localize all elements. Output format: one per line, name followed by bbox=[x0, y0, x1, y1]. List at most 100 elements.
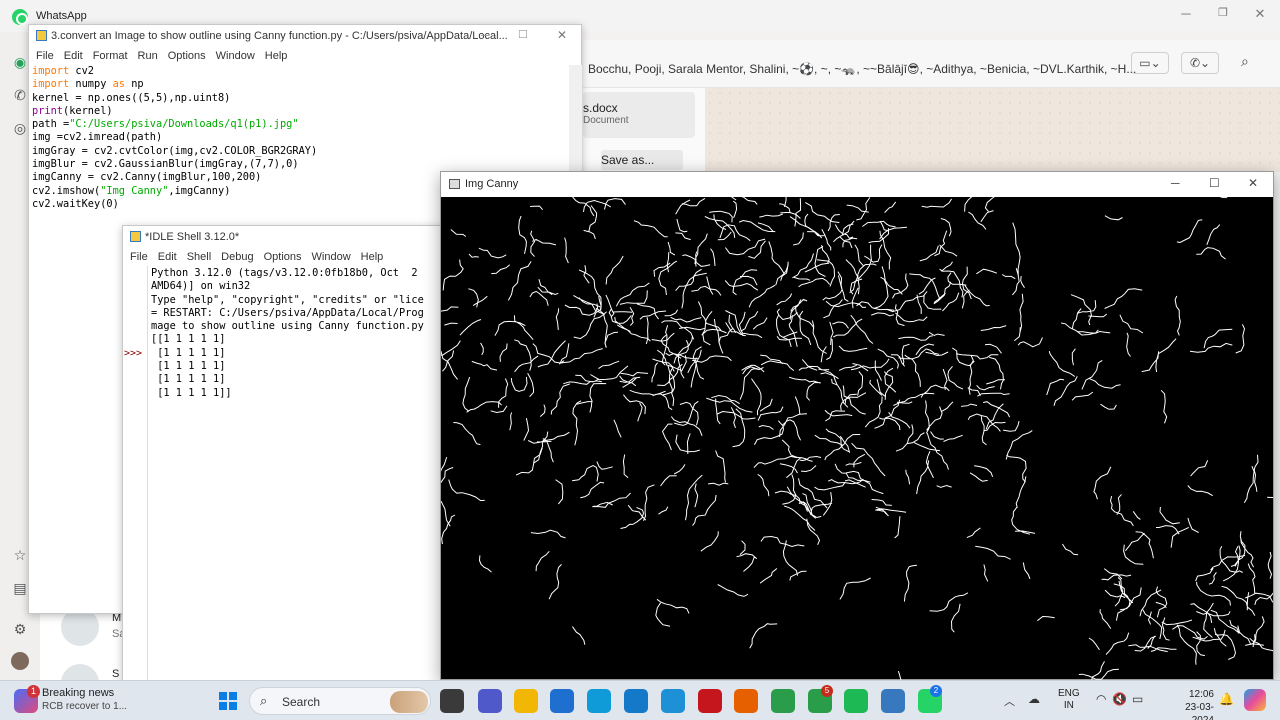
code-line: imgBlur = cv2.GaussianBlur(imgGray,(7,7)… bbox=[32, 158, 299, 171]
search-icon: ⌕ bbox=[260, 693, 268, 708]
shell-menu-shell[interactable]: Shell bbox=[184, 248, 218, 266]
editor-menu-options[interactable]: Options bbox=[165, 47, 213, 65]
save-as-button[interactable]: Save as... bbox=[601, 150, 683, 170]
spotify-icon[interactable] bbox=[844, 689, 868, 713]
idle-shell-icon bbox=[130, 231, 141, 242]
editor-menu-help[interactable]: Help bbox=[262, 47, 295, 65]
taskbar: 1 Breaking news RCB recover to 1... ⌕ Se… bbox=[0, 680, 1280, 720]
start-button[interactable] bbox=[219, 692, 237, 710]
battery-icon[interactable]: ▭ bbox=[1132, 692, 1143, 706]
editor-title: 3.convert an Image to show outline using… bbox=[51, 30, 508, 42]
shell-menu-edit[interactable]: Edit bbox=[155, 248, 184, 266]
file-explorer-dark-icon[interactable] bbox=[440, 689, 464, 713]
window-icon bbox=[449, 179, 460, 189]
status-icon[interactable]: ◎ bbox=[11, 119, 29, 137]
search-highlight-image bbox=[390, 691, 428, 713]
minimize-icon[interactable]: ─ bbox=[1171, 176, 1180, 190]
shell-menu-window[interactable]: Window bbox=[309, 248, 358, 266]
document-type: Document bbox=[583, 115, 629, 126]
idle-shell-window: *IDLE Shell 3.12.0* File Edit Shell Debug Op… bbox=[122, 225, 452, 685]
shell-line: Type "help", "copyright", "credits" or "… bbox=[151, 293, 424, 306]
notification-bell-icon[interactable]: 🔔 bbox=[1219, 692, 1234, 706]
speaker-muted-icon[interactable]: 🔇 bbox=[1112, 692, 1127, 706]
maximize-icon[interactable]: ☐ bbox=[518, 28, 528, 41]
word-icon[interactable] bbox=[661, 689, 685, 713]
time: 12:06 bbox=[1188, 689, 1214, 700]
settings-icon[interactable]: ⚙ bbox=[11, 620, 29, 638]
editor-menu-edit[interactable]: Edit bbox=[61, 47, 90, 65]
close-icon[interactable]: ✕ bbox=[557, 28, 567, 42]
editor-menubar: File Edit Format Run Options Window Help bbox=[29, 47, 581, 65]
shell-output-line: [1 1 1 1 1] bbox=[151, 346, 226, 359]
editor-menu-format[interactable]: Format bbox=[90, 47, 135, 65]
code-line: imgGray = cv2.cvtColor(img,cv2.COLOR_BGR… bbox=[32, 144, 318, 157]
shell-prompt: >>> bbox=[124, 348, 143, 359]
editor-menu-file[interactable]: File bbox=[33, 47, 61, 65]
group-members-list[interactable]: Bocchu, Pooji, Sarala Mentor, Shalini, ~… bbox=[588, 62, 1136, 76]
mcafee-icon[interactable] bbox=[698, 689, 722, 713]
minimize-icon[interactable]: ─ bbox=[1176, 6, 1196, 21]
news-title[interactable]: Breaking news bbox=[42, 687, 114, 699]
whatsapp-logo-icon bbox=[12, 9, 28, 25]
system-tray: ︿ ☁ ENG IN ◠ 🔇 ▭ 12:06 23-03-2024 🔔 bbox=[1000, 681, 1280, 720]
teams-icon[interactable] bbox=[478, 689, 502, 713]
editor-menu-window[interactable]: Window bbox=[213, 47, 262, 65]
search-chat-icon[interactable]: ⌕ bbox=[1241, 53, 1249, 70]
clock[interactable]: 12:06 23-03-2024 bbox=[1170, 688, 1214, 720]
canny-titlebar: Img Canny ─ ☐ ✕ bbox=[441, 172, 1273, 197]
lang-code: ENG bbox=[1058, 688, 1080, 699]
file-explorer-icon[interactable] bbox=[514, 689, 538, 713]
shell-line: AMD64)] on win32 bbox=[151, 280, 251, 293]
date: 23-03-2024 bbox=[1185, 702, 1214, 720]
shell-menu-debug[interactable]: Debug bbox=[218, 248, 260, 266]
file-message-panel: s.docx Document Save as... bbox=[583, 88, 705, 172]
archive-icon[interactable]: ▤ bbox=[11, 579, 29, 597]
chat-header: Bocchu, Pooji, Sarala Mentor, Shalini, ~… bbox=[583, 40, 1280, 88]
code-line: img =cv2.imread(path) bbox=[32, 131, 163, 144]
close-icon[interactable]: ✕ bbox=[1250, 6, 1270, 22]
editor-titlebar: 3.convert an Image to show outline using… bbox=[29, 25, 581, 47]
search-label: Search bbox=[282, 695, 321, 709]
document-card[interactable]: s.docx Document bbox=[583, 92, 695, 138]
language-indicator[interactable]: ENG IN bbox=[1058, 688, 1080, 712]
profile-avatar[interactable] bbox=[11, 652, 29, 670]
chrome-icon[interactable] bbox=[771, 689, 795, 713]
edge-lines bbox=[441, 197, 1273, 680]
taskbar-search[interactable]: ⌕ Search bbox=[249, 687, 431, 715]
maximize-icon[interactable]: ❐ bbox=[1213, 6, 1233, 19]
editor-menu-run[interactable]: Run bbox=[135, 47, 165, 65]
news-subtitle[interactable]: RCB recover to 1... bbox=[42, 701, 127, 712]
shell-menu-file[interactable]: File bbox=[127, 248, 155, 266]
shell-title: *IDLE Shell 3.12.0* bbox=[145, 231, 240, 243]
shell-output[interactable]: Python 3.12.0 (tags/v3.12.0:0fb18b0, Oct… bbox=[151, 267, 451, 400]
phone-link-icon[interactable] bbox=[624, 689, 648, 713]
python-file-icon bbox=[36, 30, 47, 41]
canny-edge-image bbox=[441, 197, 1273, 680]
maximize-icon[interactable]: ☐ bbox=[1209, 176, 1220, 190]
close-icon[interactable]: ✕ bbox=[1248, 176, 1258, 190]
code-line: print(kernel) bbox=[32, 104, 113, 117]
voice-call-icon[interactable]: ✆⌄ bbox=[1181, 52, 1219, 74]
chat-name-partial: S bbox=[112, 668, 120, 680]
canny-window-title: Img Canny bbox=[465, 178, 519, 190]
shell-menu-options[interactable]: Options bbox=[261, 248, 309, 266]
starred-icon[interactable]: ☆ bbox=[11, 546, 29, 564]
shell-titlebar: *IDLE Shell 3.12.0* bbox=[123, 226, 451, 248]
shell-output-line: [[1 1 1 1 1] bbox=[151, 333, 226, 346]
video-call-icon[interactable]: ▭⌄ bbox=[1131, 52, 1169, 74]
copilot-icon[interactable] bbox=[1244, 689, 1266, 711]
store-icon[interactable] bbox=[550, 689, 574, 713]
edge-icon[interactable] bbox=[587, 689, 611, 713]
whatsapp-badge: 2 bbox=[930, 685, 942, 697]
news-badge: 1 bbox=[27, 685, 40, 698]
wifi-icon[interactable]: ◠ bbox=[1096, 692, 1106, 706]
minimize-icon[interactable]: ─ bbox=[481, 28, 490, 42]
onedrive-icon[interactable]: ☁ bbox=[1028, 692, 1040, 706]
idle-icon[interactable] bbox=[881, 689, 905, 713]
firefox-icon[interactable] bbox=[734, 689, 758, 713]
calls-icon[interactable]: ✆ bbox=[11, 86, 29, 104]
shell-menu-help[interactable]: Help bbox=[358, 248, 391, 266]
shell-output-line: [1 1 1 1 1] bbox=[151, 360, 226, 373]
chevron-up-icon[interactable]: ︿ bbox=[1004, 693, 1015, 709]
chats-icon[interactable]: ◉ bbox=[11, 53, 29, 71]
